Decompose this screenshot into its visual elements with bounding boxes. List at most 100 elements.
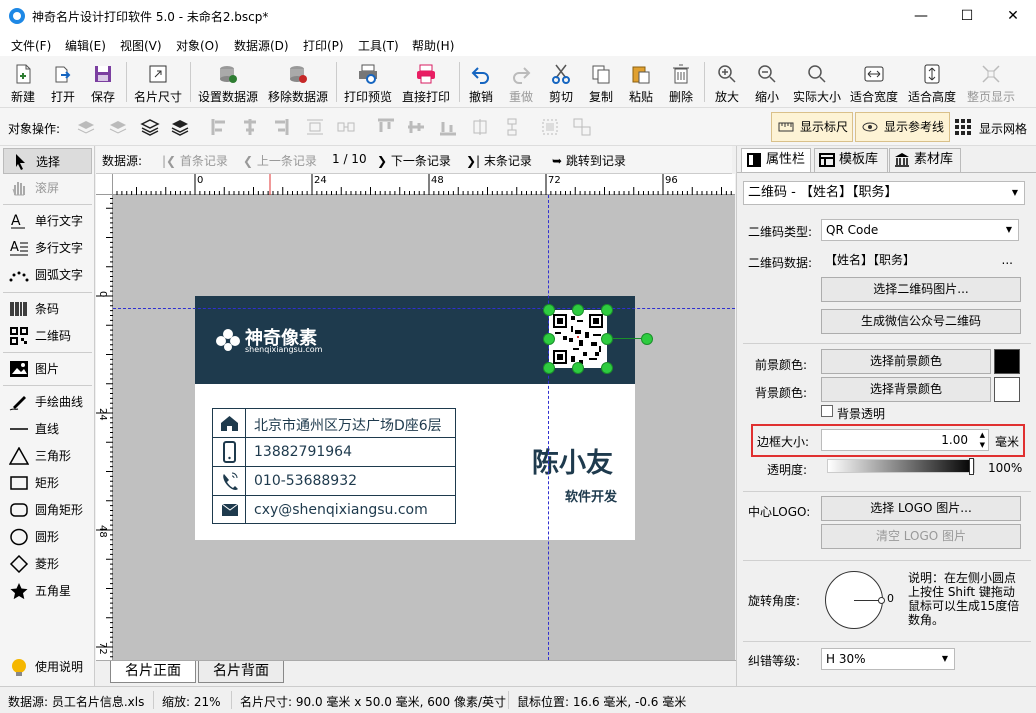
- contact-row-address[interactable]: 北京市通州区万达广场D座6层: [213, 409, 455, 438]
- tool-multi-text[interactable]: A 多行文字: [3, 235, 92, 261]
- distribute-horizontal-icon[interactable]: [305, 117, 325, 137]
- remove-datasource-button[interactable]: 移除数据源: [266, 56, 330, 108]
- close-button[interactable]: ✕: [990, 0, 1036, 32]
- ungroup-icon[interactable]: [572, 117, 592, 137]
- contact-row-email[interactable]: cxy@shenqixiangsu.com: [213, 496, 455, 525]
- align-center-icon[interactable]: [240, 117, 260, 137]
- redo-button[interactable]: 重做: [504, 56, 538, 108]
- horizontal-ruler[interactable]: 0 24 48 72 96: [113, 174, 735, 195]
- tab-card-front[interactable]: 名片正面: [110, 661, 196, 683]
- more-button[interactable]: ...: [1002, 250, 1013, 270]
- card-header-band[interactable]: 神奇像素 shenqixiangsu.com: [195, 296, 635, 384]
- tool-rounded-rect[interactable]: 圆角矩形: [3, 497, 92, 523]
- tool-image[interactable]: 图片: [3, 356, 92, 382]
- resize-handle-r[interactable]: [601, 333, 613, 345]
- rotation-dial-knob[interactable]: [878, 597, 885, 604]
- set-datasource-button[interactable]: 设置数据源: [196, 56, 260, 108]
- cut-button[interactable]: 剪切: [544, 56, 578, 108]
- resize-handle-l[interactable]: [543, 333, 555, 345]
- tool-select[interactable]: 选择: [3, 148, 92, 174]
- menu-tools[interactable]: 工具(T): [358, 37, 399, 54]
- menu-object[interactable]: 对象(O): [176, 37, 219, 54]
- logo-subtitle[interactable]: shenqixiangsu.com: [245, 345, 322, 354]
- new-button[interactable]: 新建: [6, 56, 40, 108]
- undo-button[interactable]: 撤销: [464, 56, 498, 108]
- distribute-vertical-icon[interactable]: [336, 117, 356, 137]
- print-preview-button[interactable]: 打印预览: [342, 56, 394, 108]
- menu-file[interactable]: 文件(F): [11, 37, 51, 54]
- clear-logo-button[interactable]: 清空 LOGO 图片: [821, 524, 1021, 549]
- select-background-color-button[interactable]: 选择背景颜色: [821, 377, 991, 402]
- copy-button[interactable]: 复制: [584, 56, 618, 108]
- select-foreground-color-button[interactable]: 选择前景颜色: [821, 349, 991, 374]
- next-record-button[interactable]: ❯ 下一条记录: [377, 152, 451, 169]
- tool-freehand[interactable]: 手绘曲线: [3, 389, 92, 415]
- contact-row-mobile[interactable]: 13882791964: [213, 438, 455, 467]
- opacity-slider[interactable]: [827, 458, 975, 475]
- object-select-dropdown[interactable]: 二维码 - 【姓名】【职务】 ▼: [743, 181, 1025, 205]
- qrcode-element[interactable]: [549, 310, 607, 368]
- error-correction-select[interactable]: H 30% ▼: [821, 648, 955, 670]
- actual-size-button[interactable]: 实际大小: [790, 56, 844, 108]
- menu-datasource[interactable]: 数据源(D): [234, 37, 289, 54]
- last-record-button[interactable]: ❯| 末条记录: [466, 152, 532, 169]
- open-button[interactable]: 打开: [46, 56, 80, 108]
- person-job[interactable]: 软件开发: [565, 486, 617, 505]
- tool-scroll[interactable]: 滚屏: [3, 175, 92, 201]
- show-guides-toggle[interactable]: 显示参考线: [855, 112, 950, 142]
- person-name[interactable]: 陈小友: [532, 441, 613, 480]
- align-middle-icon[interactable]: [406, 117, 426, 137]
- align-top-icon[interactable]: [376, 117, 396, 137]
- resize-handle-t[interactable]: [572, 304, 584, 316]
- grid-icon[interactable]: [955, 119, 973, 135]
- first-record-button[interactable]: |❮ 首条记录: [162, 152, 228, 169]
- tool-triangle[interactable]: 三角形: [3, 443, 92, 469]
- spinner-arrows-icon[interactable]: ▲ ▼: [980, 430, 985, 450]
- group-icon[interactable]: [540, 117, 560, 137]
- direct-print-button[interactable]: 直接打印: [400, 56, 452, 108]
- fit-width-button[interactable]: 适合宽度: [848, 56, 900, 108]
- select-qr-image-button[interactable]: 选择二维码图片...: [821, 277, 1021, 302]
- resize-handle-tr[interactable]: [601, 304, 613, 316]
- tool-single-text[interactable]: A 单行文字: [3, 208, 92, 234]
- generate-wechat-qr-button[interactable]: 生成微信公众号二维码: [821, 309, 1021, 334]
- resize-handle-b[interactable]: [572, 362, 584, 374]
- save-button[interactable]: 保存: [86, 56, 120, 108]
- border-size-input[interactable]: 1.00 ▲ ▼: [821, 429, 989, 451]
- tab-properties[interactable]: 属性栏: [741, 148, 811, 172]
- fit-page-button[interactable]: 整页显示: [964, 56, 1018, 108]
- opacity-slider-thumb[interactable]: [969, 458, 974, 475]
- background-color-swatch[interactable]: [994, 377, 1020, 402]
- vertical-ruler[interactable]: 0 24 48 72: [96, 195, 113, 660]
- rotation-dial[interactable]: [825, 571, 885, 629]
- show-ruler-toggle[interactable]: 显示标尺: [771, 112, 853, 142]
- bring-to-front-icon[interactable]: [140, 117, 160, 137]
- prev-record-button[interactable]: ❮ 上一条记录: [243, 152, 317, 169]
- background-transparent-checkbox[interactable]: [821, 405, 833, 417]
- tool-star[interactable]: 五角星: [3, 578, 92, 604]
- tab-card-back[interactable]: 名片背面: [198, 661, 284, 683]
- align-left-icon[interactable]: [210, 117, 230, 137]
- card-size-button[interactable]: 名片尺寸: [132, 56, 184, 108]
- contact-table[interactable]: 北京市通州区万达广场D座6层 13882791964 010-53688932 …: [212, 408, 456, 524]
- foreground-color-swatch[interactable]: [994, 349, 1020, 374]
- rotation-handle[interactable]: [641, 333, 653, 345]
- align-right-icon[interactable]: [270, 117, 290, 137]
- bring-forward-icon[interactable]: [76, 117, 96, 137]
- tool-line[interactable]: 直线: [3, 416, 92, 442]
- paste-button[interactable]: 粘贴: [624, 56, 658, 108]
- horizontal-guide[interactable]: [113, 308, 735, 309]
- menu-help[interactable]: 帮助(H): [412, 37, 454, 54]
- show-grid-toggle[interactable]: 显示网格: [979, 120, 1027, 137]
- vertical-guide[interactable]: [548, 195, 549, 660]
- tool-qrcode[interactable]: 二维码: [3, 323, 92, 349]
- zoom-in-button[interactable]: 放大: [710, 56, 744, 108]
- business-card[interactable]: 神奇像素 shenqixiangsu.com 北京市通州区万达广场D座6层 13…: [195, 296, 635, 540]
- tab-templates[interactable]: 模板库: [814, 148, 888, 172]
- flower-logo-icon[interactable]: [215, 328, 241, 352]
- send-to-back-icon[interactable]: [170, 117, 190, 137]
- jump-to-record-button[interactable]: ➥ 跳转到记录: [552, 152, 626, 169]
- tool-barcode[interactable]: 条码: [3, 296, 92, 322]
- same-width-icon[interactable]: [470, 117, 490, 137]
- tool-circle[interactable]: 圆形: [3, 524, 92, 550]
